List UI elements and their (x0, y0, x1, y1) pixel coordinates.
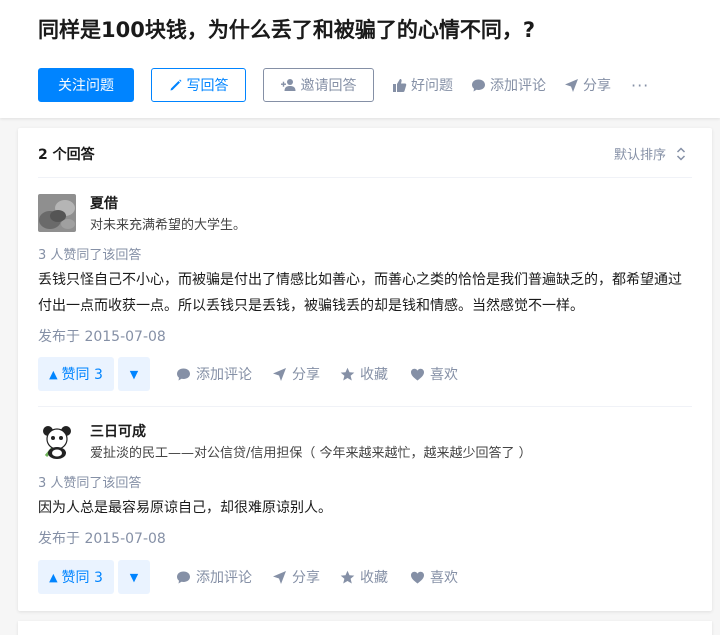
add-comment-button[interactable]: 添加评论 (471, 75, 546, 95)
add-comment-label: 添加评论 (196, 367, 252, 383)
vote-down-button[interactable]: ▼ (118, 357, 150, 391)
voters-count[interactable]: 3 人赞同了该回答 (38, 244, 141, 263)
publish-date[interactable]: 发布于 2015-07-08 (38, 528, 166, 548)
write-answer-label: 写回答 (186, 78, 229, 94)
triangle-up-icon: ▲ (49, 367, 58, 381)
comment-bubble-icon (177, 368, 190, 380)
heart-icon (411, 368, 424, 380)
share-label: 分享 (583, 78, 611, 94)
comment-bubble-icon (177, 571, 190, 583)
share-label: 分享 (292, 367, 320, 383)
collect-label: 收藏 (360, 367, 388, 383)
vote-up-button[interactable]: ▲ 赞同 3 (38, 560, 114, 594)
thumb-up-icon (393, 78, 407, 92)
follow-question-label: 关注问题 (58, 78, 114, 94)
collect-button[interactable]: 收藏 (340, 364, 388, 384)
triangle-down-icon: ▼ (129, 570, 139, 584)
avatar[interactable] (38, 422, 76, 460)
next-card (18, 621, 712, 635)
answer-content: 丢钱只怪自己不小心，而被骗是付出了情感比如善心，而善心之类的恰恰是我们普遍缺乏的… (38, 272, 682, 314)
answer-actions: ▲ 赞同 3 ▼ 添加评论 分享 收藏 喜欢 (38, 560, 458, 594)
add-comment-label: 添加评论 (490, 78, 546, 94)
add-comment-button[interactable]: 添加评论 (176, 567, 252, 587)
vote-up-label: 赞同 3 (61, 367, 103, 383)
author-name[interactable]: 三日可成 (90, 421, 146, 441)
add-comment-label: 添加评论 (196, 570, 252, 586)
question-actions: 关注问题 写回答 邀请回答 好问题 添加评论 分享 ··· (38, 68, 649, 102)
follow-question-button[interactable]: 关注问题 (38, 68, 134, 102)
author-name[interactable]: 夏借 (90, 193, 118, 213)
like-button[interactable]: 喜欢 (410, 567, 458, 587)
author-headline: 对未来充满希望的大学生。 (90, 218, 247, 233)
pencil-icon (170, 79, 181, 91)
heart-icon (411, 571, 424, 583)
publish-date[interactable]: 发布于 2015-07-08 (38, 326, 166, 346)
answer-list: 2 个回答 默认排序 夏借 对未来充满希望的大学生。 3 人赞同了该回答 丢钱只… (18, 128, 712, 611)
question-header: 同样是100块钱，为什么丢了和被骗了的心情不同，? 关注问题 写回答 邀请回答 … (0, 0, 720, 118)
good-question-button[interactable]: 好问题 (392, 75, 453, 95)
answer-count: 2 个回答 (38, 147, 95, 163)
write-answer-button[interactable]: 写回答 (151, 68, 246, 102)
more-dots-icon[interactable]: ··· (631, 76, 649, 95)
answer-item: 三日可成 爱扯淡的民工——对公信贷/信用担保（ 今年来越来越忙，越来越少回答了 … (38, 420, 692, 600)
answer-item: 夏借 对未来充满希望的大学生。 3 人赞同了该回答 丢钱只怪自己不小心，而被骗是… (38, 192, 692, 407)
paper-plane-icon (273, 570, 286, 584)
paper-plane-icon (273, 367, 286, 381)
answer-content: 因为人总是最容易原谅自己，却很难原谅别人。 (38, 500, 332, 516)
add-user-icon (280, 79, 295, 91)
sort-updown-icon (676, 146, 686, 161)
answer-actions: ▲ 赞同 3 ▼ 添加评论 分享 收藏 喜欢 (38, 357, 458, 391)
author-headline: 爱扯淡的民工——对公信贷/信用担保（ 今年来越来越忙，越来越少回答了 ） (90, 446, 532, 461)
like-button[interactable]: 喜欢 (410, 364, 458, 384)
share-label: 分享 (292, 570, 320, 586)
vote-up-label: 赞同 3 (61, 570, 103, 586)
question-title: 同样是100块钱，为什么丢了和被骗了的心情不同，? (38, 18, 536, 42)
paper-plane-icon (565, 78, 578, 92)
voters-count[interactable]: 3 人赞同了该回答 (38, 472, 141, 491)
vote-down-button[interactable]: ▼ (118, 560, 150, 594)
star-icon (340, 367, 355, 380)
collect-button[interactable]: 收藏 (340, 567, 388, 587)
add-comment-button[interactable]: 添加评论 (176, 364, 252, 384)
sort-toggle[interactable]: 默认排序 (614, 144, 686, 163)
good-question-label: 好问题 (411, 78, 453, 94)
like-label: 喜欢 (430, 367, 458, 383)
comment-bubble-icon (472, 79, 485, 91)
triangle-up-icon: ▲ (49, 570, 58, 584)
vote-up-button[interactable]: ▲ 赞同 3 (38, 357, 114, 391)
like-label: 喜欢 (430, 570, 458, 586)
share-button[interactable]: 分享 (564, 75, 611, 95)
sort-label: 默认排序 (613, 148, 666, 163)
invite-answer-button[interactable]: 邀请回答 (263, 68, 374, 102)
share-button[interactable]: 分享 (272, 364, 320, 384)
share-button[interactable]: 分享 (272, 567, 320, 587)
avatar[interactable] (38, 194, 76, 232)
invite-answer-label: 邀请回答 (300, 78, 357, 94)
collect-label: 收藏 (360, 570, 388, 586)
triangle-down-icon: ▼ (129, 367, 139, 381)
answer-list-header: 2 个回答 默认排序 (38, 128, 692, 178)
star-icon (340, 570, 355, 583)
